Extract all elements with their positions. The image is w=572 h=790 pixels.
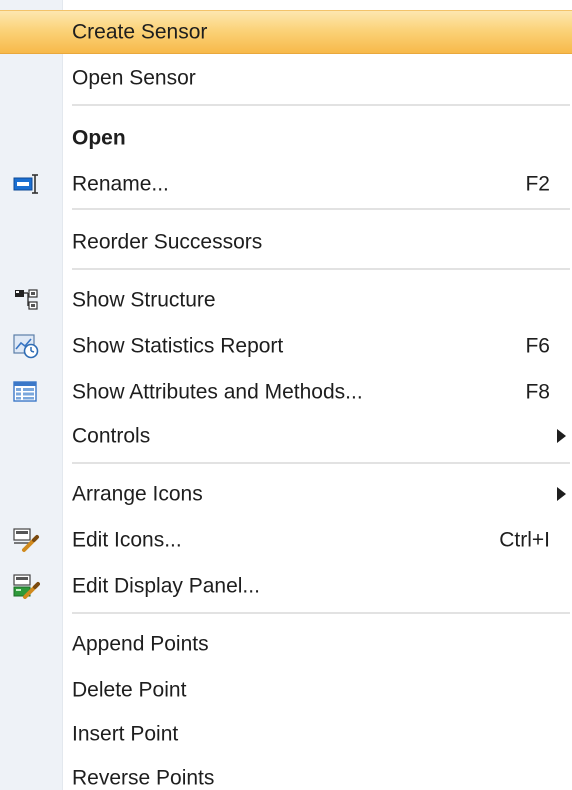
menu-item-label: Reorder Successors: [72, 230, 263, 254]
menu-item-insert-point[interactable]: Insert Point: [0, 712, 572, 756]
statistics-report-icon: [12, 333, 40, 359]
menu-item-show-attributes-and-methods[interactable]: Show Attributes and Methods... F8: [0, 370, 572, 414]
menu-item-label: Show Attributes and Methods...: [72, 380, 363, 404]
submenu-arrow-icon: [557, 487, 566, 501]
menu-item-delete-point[interactable]: Delete Point: [0, 668, 572, 712]
menu-item-label: Controls: [72, 424, 151, 448]
menu-item-open[interactable]: Open: [0, 116, 572, 160]
menu-separator: [72, 104, 570, 106]
menu-item-label: Arrange Icons: [72, 482, 203, 506]
menu-item-label: Reverse Points: [72, 766, 215, 790]
menu-separator: [72, 462, 570, 464]
menu-item-controls[interactable]: Controls: [0, 414, 572, 458]
menu-item-arrange-icons[interactable]: Arrange Icons: [0, 472, 572, 516]
menu-separator: [72, 612, 570, 614]
menu-item-label: Open: [72, 126, 126, 150]
submenu-arrow-icon: [557, 429, 566, 443]
menu-item-show-structure[interactable]: Show Structure: [0, 278, 572, 322]
shortcut-text: Ctrl+I: [499, 528, 550, 552]
menu-item-create-sensor[interactable]: Create Sensor: [0, 10, 572, 54]
menu-item-show-statistics-report[interactable]: Show Statistics Report F6: [0, 324, 572, 368]
menu-item-label: Delete Point: [72, 678, 187, 702]
menu-item-label: Open Sensor: [72, 66, 196, 90]
rename-icon: [12, 171, 40, 197]
menu-separator: [72, 208, 570, 210]
menu-separator: [72, 268, 570, 270]
context-menu: Create Sensor Open Sensor Open Rename...…: [0, 0, 572, 790]
menu-item-label: Show Statistics Report: [72, 334, 284, 358]
menu-item-label: Create Sensor: [72, 20, 208, 44]
menu-item-label: Rename...: [72, 172, 169, 196]
menu-item-edit-icons[interactable]: Edit Icons... Ctrl+I: [0, 518, 572, 562]
shortcut-text: F8: [525, 380, 550, 404]
menu-item-label: Edit Icons...: [72, 528, 182, 552]
menu-item-open-sensor[interactable]: Open Sensor: [0, 56, 572, 100]
menu-item-reverse-points[interactable]: Reverse Points: [0, 756, 572, 790]
shortcut-text: F2: [525, 172, 550, 196]
structure-icon: [12, 287, 40, 313]
shortcut-text: F6: [525, 334, 550, 358]
menu-item-label: Insert Point: [72, 722, 179, 746]
menu-item-edit-display-panel[interactable]: Edit Display Panel...: [0, 564, 572, 608]
menu-item-label: Edit Display Panel...: [72, 574, 260, 598]
edit-icons-icon: [12, 527, 40, 553]
menu-item-append-points[interactable]: Append Points: [0, 622, 572, 666]
edit-display-panel-icon: [12, 573, 40, 599]
menu-item-label: Show Structure: [72, 288, 216, 312]
menu-item-reorder-successors[interactable]: Reorder Successors: [0, 220, 572, 264]
menu-item-rename[interactable]: Rename... F2: [0, 162, 572, 206]
menu-item-label: Append Points: [72, 632, 209, 656]
attributes-table-icon: [12, 379, 40, 405]
